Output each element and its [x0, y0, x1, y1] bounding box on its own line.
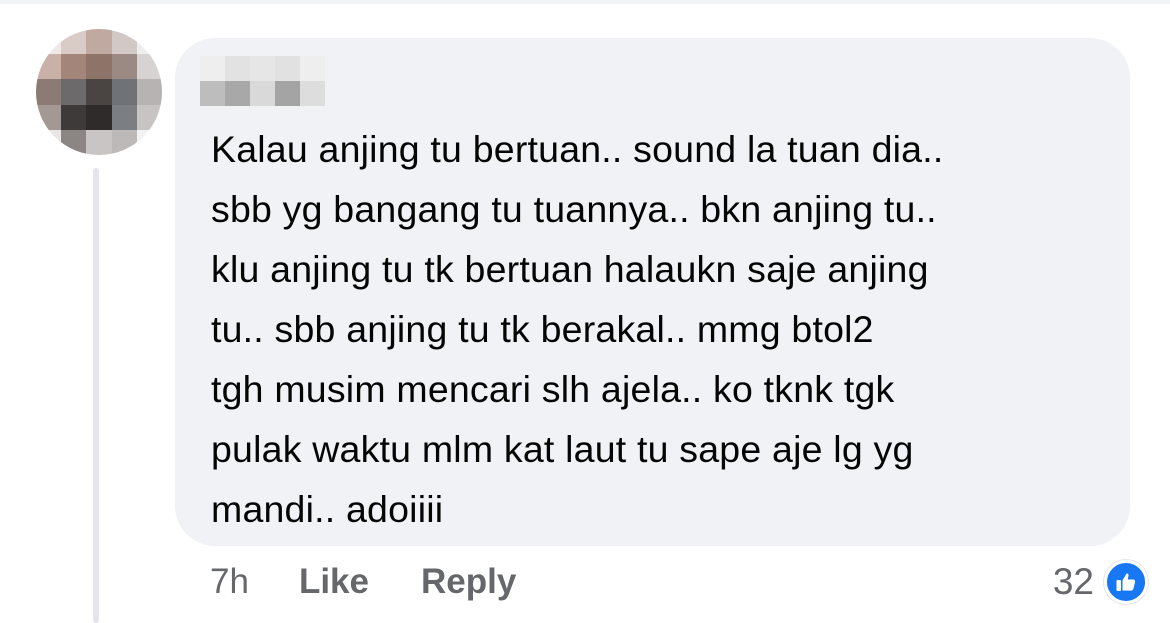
like-button[interactable]: Like	[299, 562, 369, 602]
comment-timestamp[interactable]: 7h	[210, 562, 249, 602]
comment-text: Kalau anjing tu bertuan.. sound la tuan …	[211, 119, 1111, 539]
comment-line: Kalau anjing tu bertuan.. sound la tuan …	[211, 128, 944, 170]
comment-line: tu.. sbb anjing tu tk berakal.. mmg btol…	[211, 308, 874, 350]
comment-line: sbb yg bangang tu tuannya.. bkn anjing t…	[211, 188, 937, 230]
thumbs-up-icon	[1104, 560, 1148, 604]
author-name-blurred[interactable]	[200, 56, 325, 106]
reaction-summary[interactable]: 32	[1053, 560, 1148, 604]
comment-line: klu anjing tu tk bertuan halaukn saje an…	[211, 248, 929, 290]
thumbs-up-glyph	[1116, 573, 1136, 591]
comment-line: pulak waktu mlm kat laut tu sape aje lg …	[211, 428, 914, 470]
avatar[interactable]	[36, 29, 162, 155]
comment-line: mandi.. adoiiii	[211, 488, 444, 530]
top-divider	[0, 0, 1170, 4]
comment-actions: 7h Like Reply	[210, 562, 568, 602]
comment-screen: Kalau anjing tu bertuan.. sound la tuan …	[0, 0, 1170, 623]
reply-button[interactable]: Reply	[421, 562, 516, 602]
reaction-count: 32	[1052, 561, 1094, 602]
thread-line	[93, 168, 99, 623]
comment-line: tgh musim mencari slh ajela.. ko tknk tg…	[211, 368, 895, 410]
